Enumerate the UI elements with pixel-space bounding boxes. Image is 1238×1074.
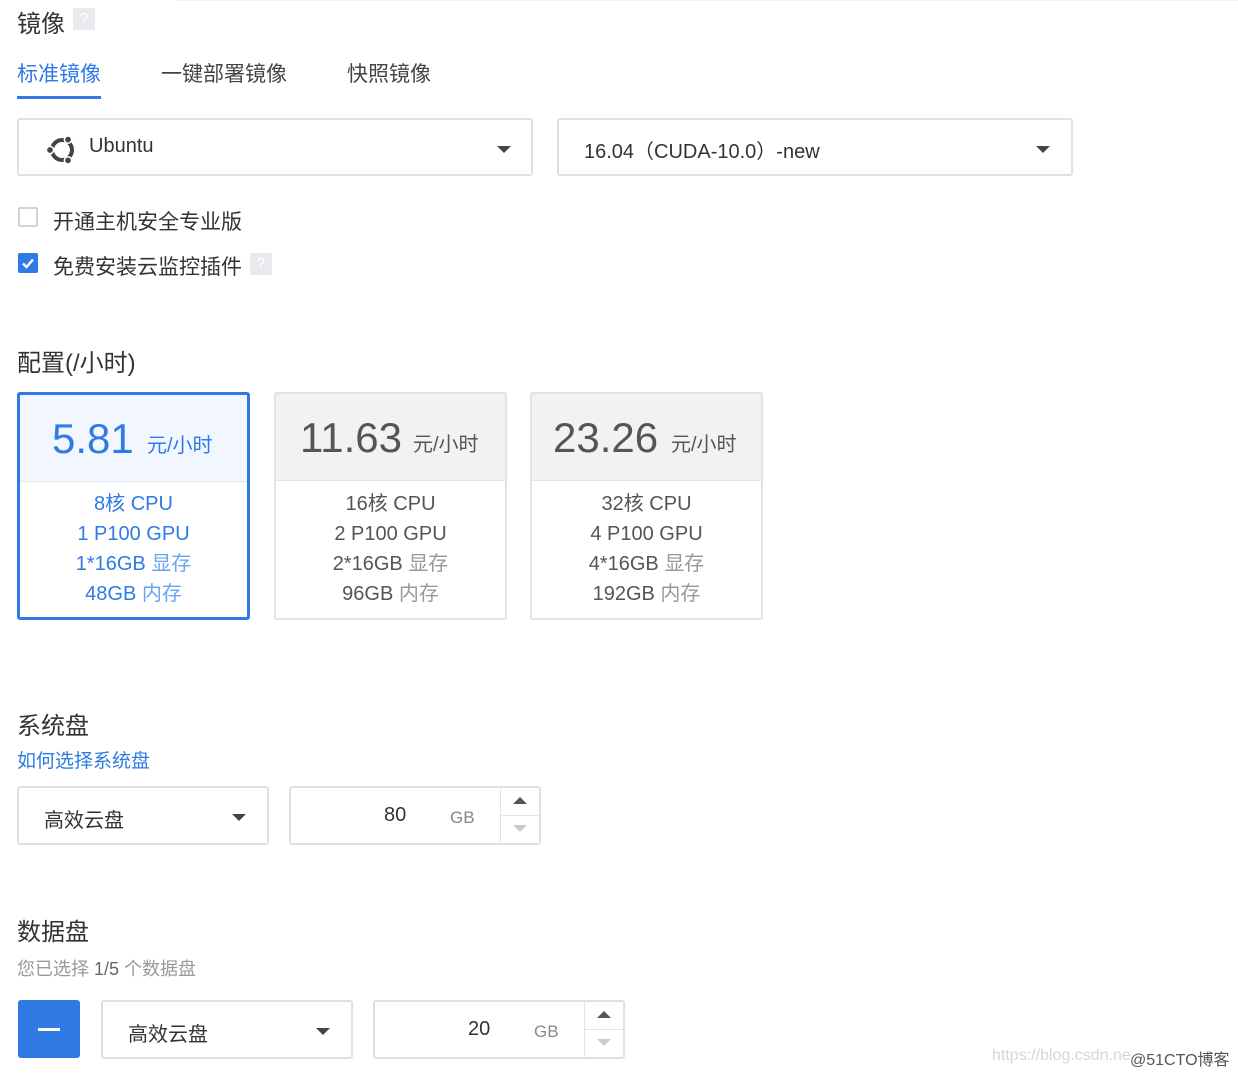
card-price-header: 11.63 元/小时 (276, 394, 505, 481)
arrow-up-icon (513, 797, 527, 804)
data-disk-count-value: 1/5 (94, 959, 120, 979)
arrow-down-icon (597, 1039, 611, 1046)
security-pro-checkbox[interactable] (18, 207, 38, 227)
card-price: 5.81 (52, 415, 134, 462)
image-section-title: 镜像 (17, 11, 65, 38)
tab-one-click-image[interactable]: 一键部署镜像 (161, 58, 287, 88)
card-cpu: 16核 CPU (345, 493, 436, 515)
data-disk-size-stepper[interactable]: 20 GB (373, 1000, 625, 1059)
card-price-unit: 元/小时 (413, 434, 479, 456)
increment-button[interactable] (585, 1002, 623, 1030)
system-disk-size-stepper[interactable]: 80 GB (289, 786, 541, 845)
data-disk-size-unit: GB (534, 1022, 559, 1041)
data-disk-title: 数据盘 (17, 919, 89, 946)
card-price-unit: 元/小时 (147, 435, 213, 457)
card-gpu: 1 P100 GPU (77, 523, 190, 545)
system-disk-size-unit: GB (450, 808, 475, 827)
version-select-value: 16.04（CUDA-10.0）-new (584, 141, 820, 163)
increment-button[interactable] (501, 788, 539, 816)
card-cpu: 8核 CPU (94, 493, 173, 515)
card-price-header: 5.81 元/小时 (20, 395, 247, 482)
os-select[interactable]: Ubuntu (17, 118, 533, 176)
config-card-1[interactable]: 5.81 元/小时 8核 CPU 1 P100 GPU 1*16GB 显存 48… (17, 392, 250, 620)
card-vram: 1*16GB 显存 (75, 553, 192, 575)
ubuntu-logo-icon (44, 132, 80, 173)
chevron-down-icon (316, 1028, 330, 1035)
monitor-plugin-label: 免费安装云监控插件 (53, 256, 242, 279)
card-memory: 96GB 内存 (342, 583, 439, 605)
card-memory: 192GB 内存 (592, 583, 701, 605)
config-section-title: 配置(/小时) (17, 350, 136, 377)
remove-data-disk-button[interactable] (18, 1000, 80, 1058)
data-disk-size-value[interactable]: 20 (468, 1018, 490, 1041)
chevron-down-icon (232, 814, 246, 821)
help-icon[interactable]: ? (73, 8, 95, 30)
card-vram: 2*16GB 显存 (332, 553, 449, 575)
decrement-button[interactable] (585, 1030, 623, 1057)
security-pro-label: 开通主机安全专业版 (53, 211, 242, 234)
tab-snapshot-image[interactable]: 快照镜像 (347, 58, 431, 88)
data-disk-type-value: 高效云盘 (128, 1024, 208, 1046)
tab-standard-image[interactable]: 标准镜像 (17, 58, 101, 88)
data-disk-count-suffix: 个数据盘 (124, 959, 197, 979)
system-disk-type-value: 高效云盘 (44, 810, 124, 832)
chevron-down-icon (497, 146, 511, 153)
tab-active-underline (17, 96, 101, 99)
data-disk-count: 您已选择 1/5 个数据盘 (17, 955, 196, 981)
card-vram: 4*16GB 显存 (588, 553, 705, 575)
card-price-unit: 元/小时 (671, 434, 737, 456)
watermark-url: https://blog.csdn.ne (992, 1047, 1131, 1064)
data-disk-count-prefix: 您已选择 (17, 959, 89, 979)
minus-icon (38, 1028, 60, 1031)
system-disk-size-value[interactable]: 80 (384, 804, 406, 827)
stepper-buttons (500, 788, 539, 843)
version-select[interactable]: 16.04（CUDA-10.0）-new (557, 118, 1073, 176)
config-card-2[interactable]: 11.63 元/小时 16核 CPU 2 P100 GPU 2*16GB 显存 … (274, 392, 507, 620)
arrow-down-icon (513, 825, 527, 832)
card-cpu: 32核 CPU (601, 493, 692, 515)
data-disk-type-select[interactable]: 高效云盘 (101, 1000, 353, 1059)
os-select-value: Ubuntu (89, 135, 154, 157)
watermark-site: @51CTO博客 (1130, 1052, 1230, 1069)
stepper-buttons (584, 1002, 623, 1057)
system-disk-type-select[interactable]: 高效云盘 (17, 786, 269, 845)
card-memory: 48GB 内存 (85, 583, 182, 605)
card-price-header: 23.26 元/小时 (532, 394, 761, 481)
check-icon (22, 258, 34, 269)
decrement-button[interactable] (501, 816, 539, 843)
top-divider (178, 0, 1238, 1)
system-disk-help-link[interactable]: 如何选择系统盘 (17, 746, 150, 773)
card-price: 11.63 (300, 414, 402, 461)
system-disk-title: 系统盘 (17, 713, 89, 740)
monitor-plugin-checkbox[interactable] (18, 253, 38, 273)
config-card-3[interactable]: 23.26 元/小时 32核 CPU 4 P100 GPU 4*16GB 显存 … (530, 392, 763, 620)
card-gpu: 4 P100 GPU (590, 523, 703, 545)
card-price: 23.26 (553, 414, 659, 461)
chevron-down-icon (1036, 146, 1050, 153)
card-gpu: 2 P100 GPU (334, 523, 447, 545)
arrow-up-icon (597, 1011, 611, 1018)
help-icon[interactable]: ? (250, 253, 272, 275)
